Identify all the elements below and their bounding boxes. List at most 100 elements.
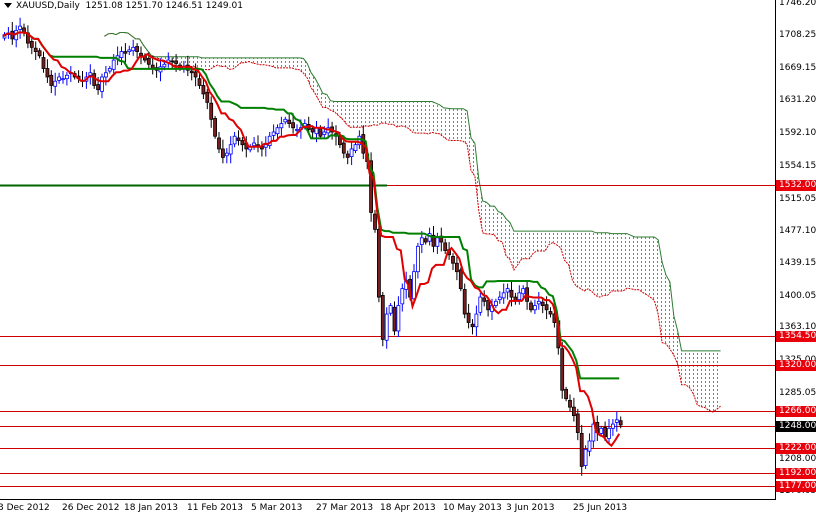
bull-candle <box>533 305 537 311</box>
bull-candle <box>415 245 420 273</box>
bull-candle <box>599 427 604 434</box>
bear-candle <box>170 60 175 63</box>
bull-candle <box>349 148 354 157</box>
bull-candle <box>279 123 284 129</box>
cloud-fill <box>104 32 721 412</box>
price-tick-label: 1477.10 <box>779 225 816 236</box>
bear-candle <box>341 142 346 154</box>
bull-candle <box>614 419 619 423</box>
bear-candle <box>41 57 46 69</box>
bull-candle <box>111 59 116 70</box>
bull-candle <box>521 288 526 295</box>
bull-candle <box>497 296 502 301</box>
bear-candle <box>217 137 221 150</box>
bull-candle <box>283 118 288 123</box>
bear-candle <box>33 47 38 52</box>
bear-candle <box>189 70 194 74</box>
bull-candle <box>400 288 405 305</box>
bull-candle <box>322 131 327 135</box>
bear-candle <box>123 51 128 54</box>
bull-candle <box>18 25 23 30</box>
bear-candle <box>139 52 143 57</box>
bear-candle <box>380 294 385 340</box>
bull-candle <box>587 440 592 452</box>
level-price-label: 1266.00 <box>776 405 816 417</box>
bull-candle <box>119 51 124 58</box>
bear-candle <box>318 127 323 137</box>
level-price-label: 1248.00 <box>776 420 816 432</box>
bull-candle <box>127 49 132 52</box>
bull-candle <box>505 288 510 293</box>
bear-candle <box>579 432 584 467</box>
bear-candle <box>201 85 206 95</box>
level-price-label: 1354.50 <box>776 330 816 342</box>
bear-candle <box>540 301 545 306</box>
level-price-label: 1532.00 <box>776 180 816 192</box>
bull-candle <box>435 237 440 247</box>
bear-candle <box>392 306 397 332</box>
bear-candle <box>564 388 568 400</box>
bear-candle <box>49 74 54 86</box>
bull-candle <box>61 78 65 81</box>
bear-candle <box>193 71 198 78</box>
price-tick-label: 1400.05 <box>779 291 816 302</box>
bear-candle <box>45 68 50 78</box>
bear-candle <box>443 242 448 251</box>
date-tick-label: 3 Jun 2013 <box>506 503 555 513</box>
bull-candle <box>131 46 136 52</box>
dropdown-triangle-icon[interactable] <box>4 3 12 8</box>
bear-candle <box>376 228 381 298</box>
chart-header: XAUUSD,Daily 1251.08 1251.70 1246.51 124… <box>4 1 243 11</box>
bear-candle <box>423 238 428 243</box>
bull-candle <box>419 237 424 246</box>
level-price-label: 1222.00 <box>776 442 816 454</box>
price-chart[interactable] <box>0 0 816 516</box>
bull-candle <box>384 313 389 341</box>
bull-candle <box>104 72 108 78</box>
bull-candle <box>396 305 401 332</box>
bear-candle <box>373 213 377 230</box>
bull-candle <box>232 135 237 145</box>
bear-candle <box>482 297 487 302</box>
bear-candle <box>548 311 553 315</box>
bull-candle <box>224 152 229 157</box>
bull-candle <box>493 300 498 306</box>
level-price-label: 1320.00 <box>776 359 816 371</box>
price-tick-label: 1669.15 <box>779 63 816 74</box>
bull-candle <box>107 68 112 72</box>
ichimoku-cloud <box>104 32 721 413</box>
date-tick-label: 3 Dec 2012 <box>0 503 50 513</box>
bear-candle <box>575 413 580 433</box>
bear-candle <box>544 304 549 311</box>
bear-candle <box>213 118 218 137</box>
price-tick-label: 1515.05 <box>779 193 816 204</box>
bear-candle <box>310 128 315 133</box>
date-tick-label: 18 Apr 2013 <box>380 503 436 513</box>
bull-candle <box>252 142 257 146</box>
bear-candle <box>560 348 565 391</box>
bear-candle <box>220 148 225 158</box>
bull-candle <box>388 305 393 314</box>
bull-candle <box>57 76 61 81</box>
bull-candle <box>65 74 69 80</box>
bear-candle <box>529 302 533 311</box>
bull-candle <box>583 449 588 466</box>
bear-candle <box>240 140 245 146</box>
bull-candle <box>100 76 104 92</box>
bear-candle <box>209 102 214 120</box>
symbol-label: XAUUSD,Daily <box>16 1 80 11</box>
bull-candle <box>53 80 58 87</box>
price-tick-label: 1554.15 <box>779 160 816 171</box>
bull-candle <box>474 313 479 328</box>
price-tick-label: 1746.20 <box>779 0 816 8</box>
bull-candle <box>271 131 276 136</box>
level-price-label: 1192.00 <box>776 468 816 480</box>
level-price-label: 1177.00 <box>776 480 816 492</box>
bear-candle <box>572 406 576 417</box>
bull-candle <box>88 72 93 76</box>
bear-candle <box>603 427 607 438</box>
bull-candle <box>275 127 280 135</box>
bull-candle <box>478 296 483 313</box>
bull-candle <box>228 144 233 155</box>
bear-candle <box>618 420 623 426</box>
